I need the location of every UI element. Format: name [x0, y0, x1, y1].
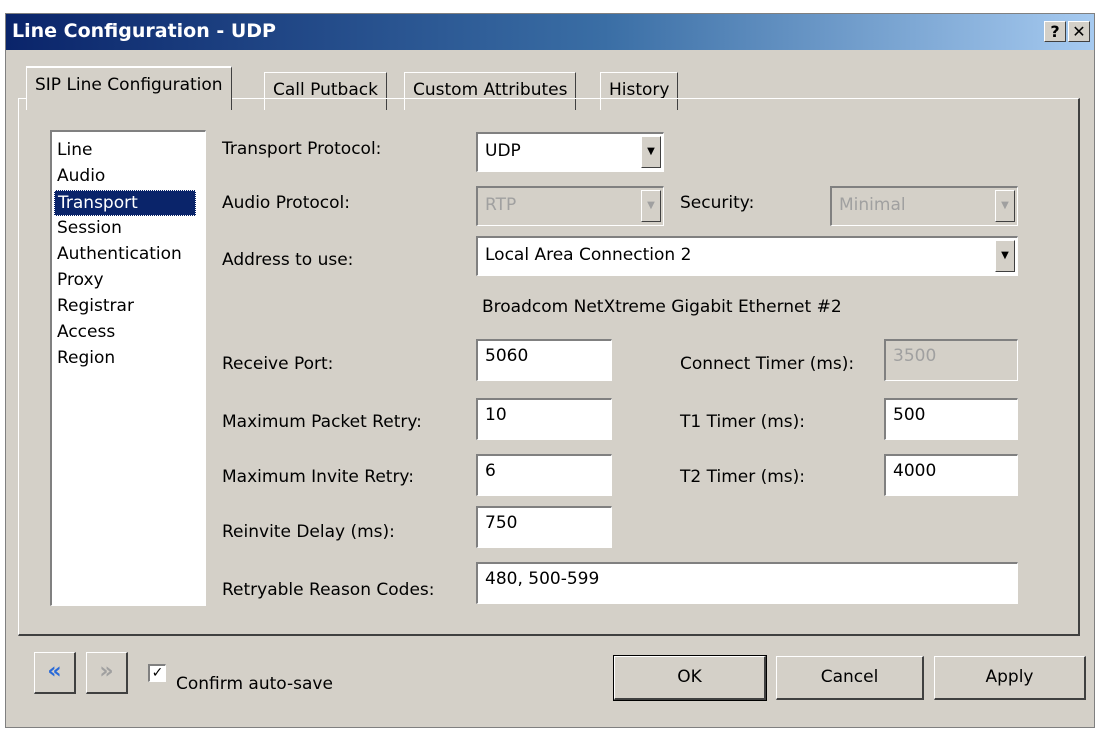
- apply-button[interactable]: Apply: [934, 656, 1086, 700]
- section-item-proxy[interactable]: Proxy: [54, 268, 205, 294]
- transport-protocol-label: Transport Protocol:: [222, 139, 382, 159]
- receive-port-label: Receive Port:: [222, 354, 334, 374]
- help-button[interactable]: ?: [1044, 21, 1066, 42]
- section-item-authentication[interactable]: Authentication: [54, 242, 205, 268]
- connect-timer-label: Connect Timer (ms):: [680, 354, 855, 374]
- close-button[interactable]: ✕: [1068, 21, 1090, 42]
- t1-timer-label: T1 Timer (ms):: [680, 412, 806, 432]
- security-label: Security:: [680, 193, 755, 213]
- audio-protocol-label: Audio Protocol:: [222, 193, 350, 213]
- connect-timer-field: 3500: [884, 339, 1018, 381]
- max-invite-retry-field[interactable]: 6: [476, 454, 612, 496]
- window-title: Line Configuration - UDP: [12, 20, 276, 42]
- t2-timer-field[interactable]: 4000: [884, 454, 1018, 496]
- address-to-use-label: Address to use:: [222, 250, 354, 270]
- adapter-description: Broadcom NetXtreme Gigabit Ethernet #2: [482, 297, 842, 317]
- section-item-session[interactable]: Session: [54, 216, 205, 242]
- t2-timer-label: T2 Timer (ms):: [680, 467, 806, 487]
- retryable-codes-label: Retryable Reason Codes:: [222, 580, 435, 600]
- security-select: Minimal ▼: [830, 186, 1018, 226]
- chevron-down-icon: ▼: [641, 190, 661, 222]
- reinvite-delay-field[interactable]: 750: [476, 506, 612, 548]
- audio-protocol-value: RTP: [485, 195, 517, 215]
- forward-button: »: [86, 652, 128, 694]
- t1-timer-field[interactable]: 500: [884, 398, 1018, 440]
- retryable-codes-field[interactable]: 480, 500-599: [476, 562, 1018, 604]
- address-to-use-value: Local Area Connection 2: [485, 245, 692, 265]
- ok-button[interactable]: OK: [613, 655, 767, 701]
- max-packet-retry-field[interactable]: 10: [476, 398, 612, 440]
- security-value: Minimal: [839, 195, 906, 215]
- double-chevron-left-icon: «: [47, 659, 62, 684]
- chevron-down-icon[interactable]: ▼: [641, 136, 661, 168]
- max-packet-retry-label: Maximum Packet Retry:: [222, 412, 422, 432]
- reinvite-delay-label: Reinvite Delay (ms):: [222, 522, 395, 542]
- cancel-button[interactable]: Cancel: [776, 656, 924, 700]
- section-item-access[interactable]: Access: [54, 320, 205, 346]
- confirm-autosave-checkbox[interactable]: ✓: [148, 664, 166, 682]
- transport-protocol-value: UDP: [485, 141, 521, 161]
- chevron-down-icon[interactable]: ▼: [995, 240, 1015, 272]
- section-item-transport[interactable]: Transport: [54, 190, 196, 216]
- audio-protocol-select: RTP ▼: [476, 186, 664, 226]
- section-item-line[interactable]: Line: [54, 138, 205, 164]
- section-item-region[interactable]: Region: [54, 346, 205, 372]
- address-to-use-select[interactable]: Local Area Connection 2 ▼: [476, 236, 1018, 276]
- tab-sip-line-configuration[interactable]: SIP Line Configuration: [26, 66, 232, 110]
- back-button[interactable]: «: [34, 652, 76, 694]
- title-bar: Line Configuration - UDP ? ✕: [6, 14, 1094, 50]
- double-chevron-right-icon: »: [99, 659, 114, 684]
- confirm-autosave-label[interactable]: Confirm auto-save: [176, 674, 333, 694]
- section-item-audio[interactable]: Audio: [54, 164, 205, 190]
- section-item-registrar[interactable]: Registrar: [54, 294, 205, 320]
- receive-port-field[interactable]: 5060: [476, 339, 612, 381]
- max-invite-retry-label: Maximum Invite Retry:: [222, 467, 414, 487]
- transport-protocol-select[interactable]: UDP ▼: [476, 132, 664, 172]
- chevron-down-icon: ▼: [995, 190, 1015, 222]
- section-list[interactable]: Line Audio Transport Session Authenticat…: [50, 130, 206, 606]
